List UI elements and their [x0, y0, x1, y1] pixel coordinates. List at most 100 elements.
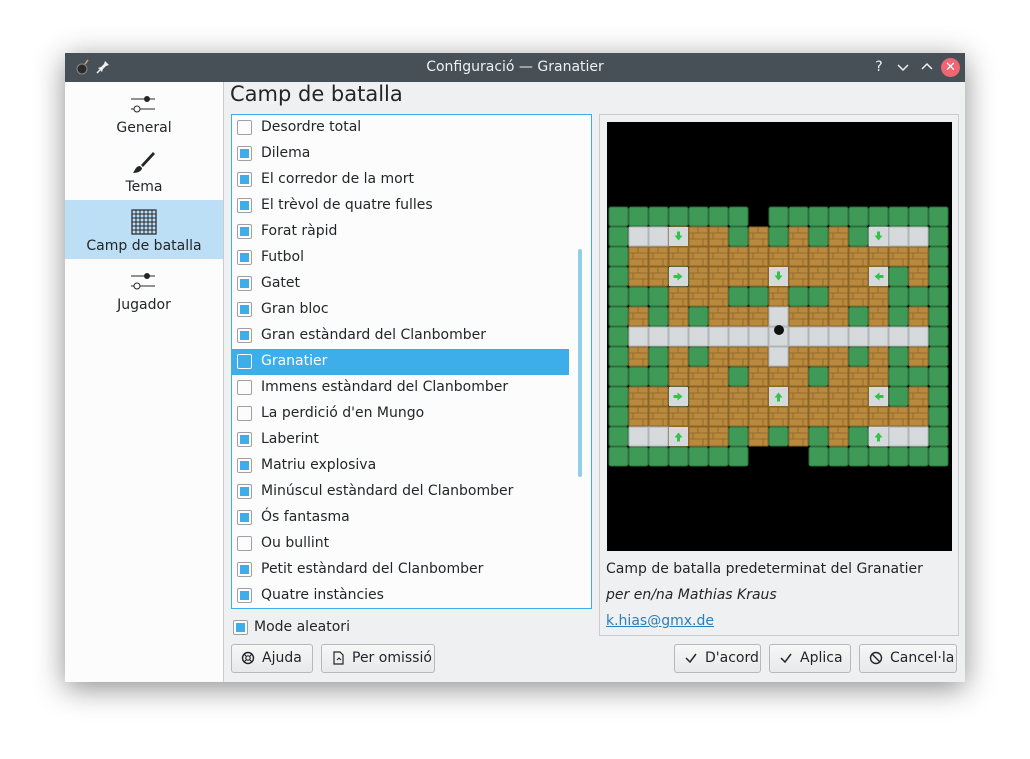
check-icon — [779, 650, 793, 666]
arena-tile — [608, 246, 629, 267]
minimize-icon[interactable] — [893, 57, 913, 77]
sidebar-item-camp-de-batalla[interactable]: Camp de batalla — [65, 200, 223, 259]
document-revert-icon — [331, 650, 345, 666]
sidebar-item-label: Camp de batalla — [86, 238, 202, 254]
list-item-checkbox[interactable] — [237, 302, 252, 317]
arena-tile — [828, 266, 849, 287]
arena-tile — [668, 206, 689, 227]
list-item-label: Immens estàndard del Clanbomber — [261, 379, 509, 395]
list-item[interactable]: Laberint — [232, 427, 569, 453]
arena-tile — [628, 446, 649, 467]
player-settings-icon — [131, 273, 155, 290]
list-item-checkbox[interactable] — [237, 224, 252, 239]
arena-tile — [728, 206, 749, 227]
list-item-checkbox[interactable] — [237, 120, 252, 135]
arena-tile — [728, 326, 749, 347]
arena-tile — [928, 266, 949, 287]
arena-tile — [768, 346, 789, 367]
arena-tile — [728, 306, 749, 327]
close-icon[interactable]: ✕ — [941, 58, 960, 77]
list-item-label: Dilema — [261, 145, 311, 161]
arena-tile — [708, 286, 729, 307]
list-item[interactable]: Gatet — [232, 271, 569, 297]
list-item[interactable]: Forat ràpid — [232, 219, 569, 245]
arena-tile — [888, 346, 909, 367]
list-item-checkbox[interactable] — [237, 562, 252, 577]
list-item-checkbox[interactable] — [237, 380, 252, 395]
arena-author-email-link[interactable]: k.hias@gmx.de — [606, 613, 714, 629]
arena-tile — [908, 226, 929, 247]
arena-preview-image — [607, 122, 952, 551]
sidebar-item-general[interactable]: General — [65, 82, 223, 141]
list-item[interactable]: Futbol — [232, 245, 569, 271]
list-item[interactable]: Matriu explosiva — [232, 453, 569, 479]
arena-tile — [808, 286, 829, 307]
arena-tile — [828, 246, 849, 267]
arena-tile — [888, 286, 909, 307]
arena-tile — [828, 366, 849, 387]
list-item-checkbox[interactable] — [237, 536, 252, 551]
arena-tile — [808, 366, 829, 387]
list-item-checkbox[interactable] — [237, 172, 252, 187]
arena-tile — [908, 286, 929, 307]
list-item[interactable]: Granatier — [232, 349, 569, 375]
cancel-button[interactable]: Cancel·la — [859, 644, 957, 673]
list-item[interactable]: Minúscul estàndard del Clanbomber — [232, 479, 569, 505]
arena-tile — [608, 446, 629, 467]
arena-preview-panel: Camp de batalla predeterminat del Granat… — [599, 114, 959, 636]
sidebar-item-label: Tema — [125, 179, 163, 195]
arena-tile — [688, 366, 709, 387]
list-item-checkbox[interactable] — [237, 354, 252, 369]
arena-tile — [748, 266, 769, 287]
maximize-icon[interactable] — [917, 57, 937, 77]
arena-tile — [668, 366, 689, 387]
defaults-button[interactable]: Per omissió — [321, 644, 435, 673]
paintbrush-icon — [133, 152, 155, 173]
random-mode-check[interactable] — [233, 620, 248, 635]
list-item-checkbox[interactable] — [237, 276, 252, 291]
bomb-hole-icon — [774, 325, 784, 335]
list-item[interactable]: Quatre instàncies — [232, 583, 569, 608]
list-item[interactable]: Ou bullint — [232, 531, 569, 557]
arena-tile — [648, 426, 669, 447]
arena-tile — [808, 446, 829, 467]
sidebar-item-tema[interactable]: Tema — [65, 141, 223, 200]
list-item-checkbox[interactable] — [237, 328, 252, 343]
arena-tile — [708, 406, 729, 427]
list-item-checkbox[interactable] — [237, 198, 252, 213]
random-mode-checkbox[interactable]: Mode aleatori — [231, 618, 431, 638]
ok-button[interactable]: D'acord — [674, 644, 761, 673]
list-item-checkbox[interactable] — [237, 432, 252, 447]
list-item[interactable]: Gran estàndard del Clanbomber — [232, 323, 569, 349]
list-item[interactable]: La perdició d'en Mungo — [232, 401, 569, 427]
arena-tile — [788, 406, 809, 427]
apply-button[interactable]: Aplica — [769, 644, 851, 673]
list-item-label: Gran bloc — [261, 301, 329, 317]
arena-tile — [688, 426, 709, 447]
arena-tile — [808, 386, 829, 407]
list-item[interactable]: Desordre total — [232, 115, 569, 141]
scrollbar-thumb[interactable] — [578, 249, 582, 477]
list-item-checkbox[interactable] — [237, 510, 252, 525]
help-button[interactable]: Ajuda — [231, 644, 313, 673]
list-item[interactable]: El corredor de la mort — [232, 167, 569, 193]
sidebar-item-jugador[interactable]: Jugador — [65, 259, 223, 318]
list-item-checkbox[interactable] — [237, 484, 252, 499]
list-item-checkbox[interactable] — [237, 250, 252, 265]
list-item[interactable]: El trèvol de quatre fulles — [232, 193, 569, 219]
arena-list[interactable]: Quatre instàncies Petit estàndard del Cla… — [231, 114, 592, 609]
arena-tile — [628, 246, 649, 267]
list-item-checkbox[interactable] — [237, 458, 252, 473]
arena-tile — [748, 226, 769, 247]
list-item-checkbox[interactable] — [237, 146, 252, 161]
arena-tile — [748, 406, 769, 427]
arena-tile — [868, 446, 889, 467]
list-item-checkbox[interactable] — [237, 588, 252, 603]
help-icon[interactable]: ? — [869, 57, 889, 77]
list-item[interactable]: Petit estàndard del Clanbomber — [232, 557, 569, 583]
list-item[interactable]: Ós fantasma — [232, 505, 569, 531]
list-item-checkbox[interactable] — [237, 406, 252, 421]
list-item[interactable]: Dilema — [232, 141, 569, 167]
list-item[interactable]: Gran bloc — [232, 297, 569, 323]
list-item[interactable]: Immens estàndard del Clanbomber — [232, 375, 569, 401]
